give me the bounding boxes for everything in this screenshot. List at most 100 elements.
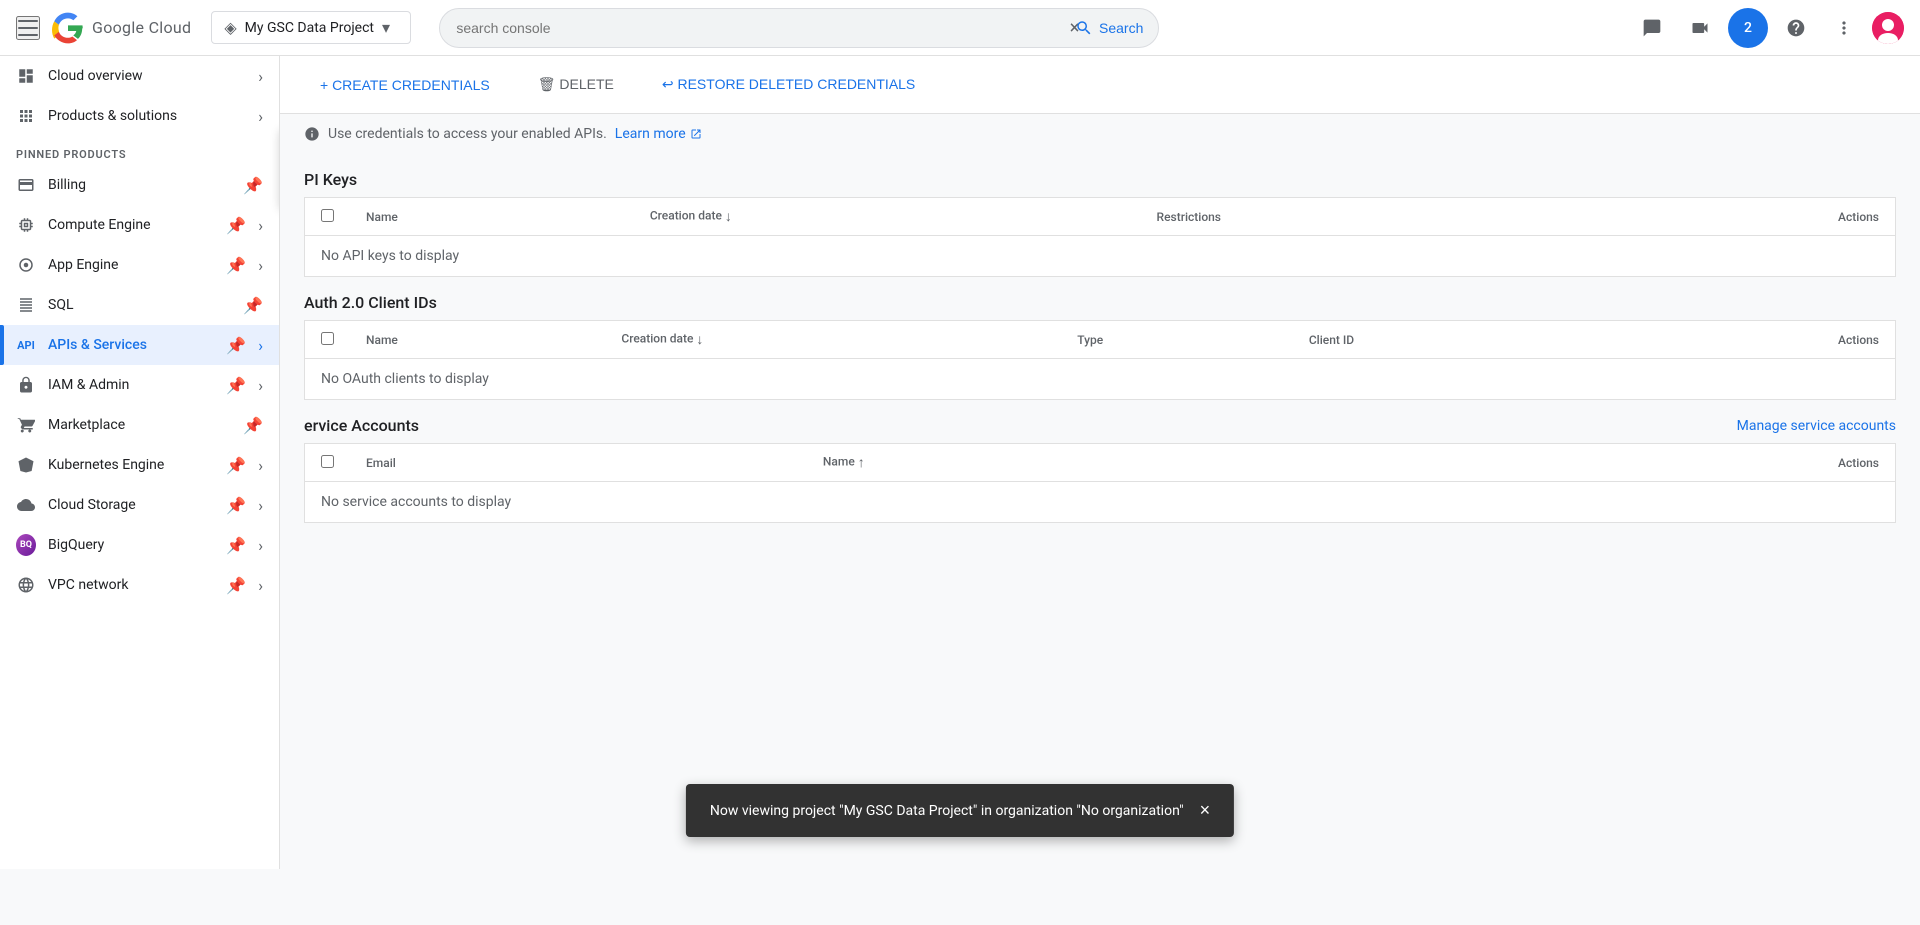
info-icon: [304, 126, 320, 142]
hamburger-button[interactable]: [16, 16, 40, 40]
project-name: My GSC Data Project: [245, 20, 374, 36]
api-keys-checkbox-all[interactable]: [321, 209, 334, 222]
more-icon-button[interactable]: [1824, 8, 1864, 48]
billing-pin: 📌: [243, 176, 263, 195]
sidebar-item-kubernetes-engine[interactable]: Kubernetes Engine 📌 ›: [0, 445, 279, 485]
sidebar-item-iam-admin[interactable]: IAM & Admin 📌 ›: [0, 365, 279, 405]
manage-service-accounts-link[interactable]: Manage service accounts: [1737, 418, 1896, 434]
sa-checkbox-all[interactable]: [321, 455, 334, 468]
search-icon: [1075, 19, 1093, 37]
google-logo-icon: [52, 12, 84, 44]
sidebar-item-cloud-storage[interactable]: Cloud Storage 📌 ›: [0, 485, 279, 525]
apis-services-chevron: ›: [258, 336, 263, 355]
sidebar-item-billing[interactable]: Billing 📌: [0, 165, 279, 205]
sidebar-item-sql[interactable]: SQL 📌: [0, 285, 279, 325]
api-keys-title: PI Keys: [304, 154, 1896, 197]
cloud-overview-label: Cloud overview: [48, 68, 246, 84]
apis-services-pin: 📌: [226, 336, 246, 355]
search-bar: × Search: [439, 8, 1159, 48]
sa-name-sort-icon: ↑: [858, 455, 865, 471]
toast-notification: Now viewing project "My GSC Data Project…: [686, 784, 1234, 837]
oauth-date-sort-icon: ↓: [696, 332, 703, 348]
oauth-header-row: Name Creation date ↓ Type Client ID Acti…: [305, 321, 1896, 359]
marketplace-icon: [16, 415, 36, 435]
sidebar: Cloud overview › Dashboard Recommendatio…: [0, 56, 280, 869]
info-banner: Use credentials to access your enabled A…: [304, 114, 1896, 154]
sidebar-item-cloud-overview[interactable]: Cloud overview ›: [0, 56, 279, 96]
more-icon: [1834, 18, 1854, 38]
chat-icon-button[interactable]: [1632, 8, 1672, 48]
api-keys-creation-date-header[interactable]: Creation date ↓: [634, 198, 1141, 236]
sa-select-all[interactable]: [305, 444, 351, 482]
create-credentials-button[interactable]: + CREATE CREDENTIALS: [304, 69, 506, 101]
apis-services-label: APIs & Services: [48, 337, 214, 353]
notification-badge[interactable]: 2: [1728, 8, 1768, 48]
toast-close-button[interactable]: ×: [1200, 800, 1211, 821]
iam-admin-chevron: ›: [258, 376, 263, 395]
service-accounts-title: ervice Accounts: [304, 416, 419, 435]
project-selector-icon: ◈: [224, 18, 236, 37]
oauth-select-all[interactable]: [305, 321, 351, 359]
external-link-icon: [690, 128, 702, 140]
api-keys-select-all[interactable]: [305, 198, 351, 236]
help-icon: [1786, 18, 1806, 38]
bigquery-pin: 📌: [226, 536, 246, 555]
kubernetes-engine-pin: 📌: [226, 456, 246, 475]
oauth-name-header: Name: [350, 321, 605, 359]
oauth-empty-row: No OAuth clients to display: [305, 359, 1896, 400]
search-button[interactable]: Search: [1059, 8, 1159, 48]
api-keys-restrictions-header: Restrictions: [1141, 198, 1570, 236]
vpc-network-icon: [16, 575, 36, 595]
video-icon-button[interactable]: [1680, 8, 1720, 48]
info-text: Use credentials to access your enabled A…: [328, 126, 607, 142]
sidebar-item-compute-engine[interactable]: Compute Engine 📌 ›: [0, 205, 279, 245]
header-actions: 2: [1632, 8, 1904, 48]
top-header: Google Cloud ◈ My GSC Data Project ▾ × S…: [0, 0, 1920, 56]
oauth-creation-date-header[interactable]: Creation date ↓: [605, 321, 1061, 359]
oauth-type-header: Type: [1061, 321, 1293, 359]
sa-empty-message: No service accounts to display: [305, 482, 1896, 523]
oauth-client-id-header: Client ID: [1293, 321, 1602, 359]
api-keys-name-header: Name: [350, 198, 634, 236]
sidebar-item-apis-services[interactable]: API APIs & Services 📌 ›: [0, 325, 279, 365]
sidebar-item-products-solutions[interactable]: Products & solutions ›: [0, 96, 279, 136]
sa-actions-header: Actions: [1353, 444, 1896, 482]
avatar[interactable]: [1872, 12, 1904, 44]
restore-deleted-button[interactable]: ↩ RESTORE DELETED CREDENTIALS: [646, 68, 931, 101]
toolbar: + CREATE CREDENTIALS 🗑 DELETE ↩ RESTORE …: [280, 56, 1920, 114]
app-engine-icon: [16, 255, 36, 275]
iam-admin-pin: 📌: [226, 376, 246, 395]
creation-date-sort-icon: ↓: [725, 209, 732, 225]
sa-name-header[interactable]: Name ↑: [807, 444, 1353, 482]
sa-empty-row: No service accounts to display: [305, 482, 1896, 523]
sidebar-item-app-engine[interactable]: App Engine 📌 ›: [0, 245, 279, 285]
sidebar-item-vpc-network[interactable]: VPC network 📌 ›: [0, 565, 279, 605]
pinned-products-label: PINNED PRODUCTS: [0, 136, 279, 165]
sidebar-item-marketplace[interactable]: Marketplace 📌: [0, 405, 279, 445]
vpc-network-label: VPC network: [48, 577, 214, 593]
service-accounts-section-header: ervice Accounts Manage service accounts: [304, 400, 1896, 443]
sidebar-item-bigquery[interactable]: BQ BigQuery 📌 ›: [0, 525, 279, 565]
sa-email-header: Email: [350, 444, 807, 482]
compute-engine-icon: [16, 215, 36, 235]
delete-button[interactable]: 🗑 DELETE: [522, 68, 630, 101]
learn-more-link[interactable]: Learn more: [615, 126, 702, 142]
oauth-checkbox-all[interactable]: [321, 332, 334, 345]
api-keys-empty-message: No API keys to display: [305, 236, 1896, 277]
avatar-icon: [1872, 12, 1904, 44]
toast-message: Now viewing project "My GSC Data Project…: [710, 803, 1184, 819]
billing-icon: [16, 175, 36, 195]
bigquery-icon: BQ: [16, 535, 36, 555]
service-accounts-header-row: Email Name ↑ Actions: [305, 444, 1896, 482]
project-dropdown-arrow: ▾: [382, 18, 390, 37]
help-icon-button[interactable]: [1776, 8, 1816, 48]
project-selector[interactable]: ◈ My GSC Data Project ▾: [211, 11, 411, 44]
search-input[interactable]: [439, 8, 1159, 48]
logo-area: Google Cloud: [52, 12, 191, 44]
cloud-overview-icon: [16, 66, 36, 86]
compute-engine-chevron: ›: [258, 216, 263, 235]
service-accounts-table: Email Name ↑ Actions No service accounts…: [304, 443, 1896, 523]
cloud-overview-chevron: ›: [258, 67, 263, 86]
app-engine-label: App Engine: [48, 257, 214, 273]
content-area: Use credentials to access your enabled A…: [280, 114, 1920, 547]
